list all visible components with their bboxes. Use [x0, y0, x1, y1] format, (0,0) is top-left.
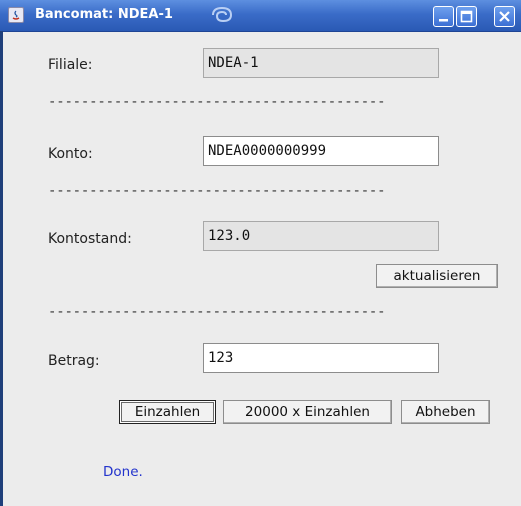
separator-3: ----------------------------------------…: [48, 304, 386, 320]
minimize-icon: [439, 19, 448, 22]
maximize-button[interactable]: [456, 6, 477, 27]
deposit-button[interactable]: Einzahlen: [119, 400, 216, 424]
konto-label: Konto:: [48, 146, 93, 162]
refresh-button[interactable]: aktualisieren: [376, 264, 498, 288]
separator-1: ----------------------------------------…: [48, 94, 386, 110]
java-app-icon[interactable]: [8, 7, 24, 23]
window-border: [0, 31, 3, 506]
close-icon: [499, 11, 510, 22]
filiale-field: NDEA-1: [203, 48, 439, 78]
maximize-icon: [460, 10, 473, 23]
filiale-label: Filiale:: [48, 57, 93, 73]
close-button[interactable]: [494, 6, 515, 27]
withdraw-button[interactable]: Abheben: [401, 400, 490, 424]
betrag-input[interactable]: 123: [203, 343, 439, 373]
konto-input[interactable]: NDEA0000000999: [203, 136, 439, 166]
minimize-button[interactable]: [433, 6, 454, 27]
app-window: Bancomat: NDEA-1 Filiale: NDEA-1 -------…: [0, 0, 521, 506]
swirl-icon: [212, 6, 233, 23]
betrag-label: Betrag:: [48, 353, 100, 369]
kontostand-field: 123.0: [203, 221, 439, 251]
bulk-deposit-button[interactable]: 20000 x Einzahlen: [223, 400, 392, 424]
separator-2: ----------------------------------------…: [48, 183, 386, 199]
status-text: Done.: [103, 464, 143, 480]
title-bar[interactable]: Bancomat: NDEA-1: [0, 0, 521, 32]
window-title: Bancomat: NDEA-1: [35, 7, 173, 22]
kontostand-label: Kontostand:: [48, 231, 132, 247]
